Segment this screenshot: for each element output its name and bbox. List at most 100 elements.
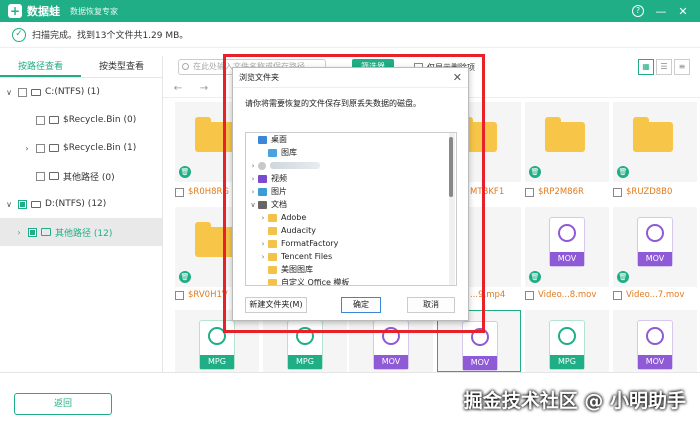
checkbox[interactable] [613, 290, 622, 300]
chevron-down-icon[interactable]: ∨ [4, 88, 14, 97]
file-name[interactable]: $RV0H1V [175, 288, 228, 302]
grid-view-icon[interactable]: ▦ [638, 59, 654, 75]
scrollbar-track[interactable] [449, 133, 455, 285]
file-name-label: $RUZD8B0 [626, 187, 673, 197]
tree-item-pictures[interactable]: › 图片 [246, 185, 456, 198]
file-name[interactable]: $RUZD8B0 [613, 185, 672, 199]
file-type-label: MPG [550, 355, 584, 369]
checkbox[interactable] [525, 290, 534, 300]
tree-item-gallery[interactable]: 图库 [246, 146, 456, 159]
scrollbar-thumb[interactable] [449, 137, 453, 197]
tree-item-label: 其他路径 (12) [55, 228, 113, 239]
list-view-icon[interactable]: ☰ [656, 59, 672, 75]
tree-item-videos[interactable]: › 视频 [246, 172, 456, 185]
checkbox[interactable] [613, 187, 622, 197]
tree-item-c-drive[interactable]: ∨ C:(NTFS) (1) [0, 78, 162, 106]
tree-item-user[interactable]: › [246, 159, 456, 172]
detail-view-icon[interactable]: ≡ [674, 59, 690, 75]
cancel-button[interactable]: 取消 [407, 297, 455, 313]
tree-item-office-templates[interactable]: 自定义 Office 模板 [246, 276, 456, 286]
chevron-right-icon[interactable]: › [258, 214, 268, 222]
deleted-badge-icon: 🗑 [179, 271, 191, 283]
tree-item-tencent-files[interactable]: › Tencent Files [246, 250, 456, 263]
file-name[interactable]: $RP2M86R [525, 185, 584, 199]
file-card[interactable]: 🗑 [613, 102, 697, 182]
file-card[interactable]: MOV 🗑 [525, 207, 609, 287]
folder-icon [49, 116, 59, 124]
file-card[interactable]: 🗑 [525, 102, 609, 182]
chevron-right-icon[interactable]: › [258, 253, 268, 261]
chevron-right-icon[interactable]: › [14, 228, 24, 237]
close-icon[interactable]: ✕ [672, 5, 694, 18]
file-name[interactable]: $R0H8RG [175, 185, 229, 199]
help-icon[interactable]: ? [632, 5, 644, 17]
tree-item-meitu-gallery[interactable]: 美图图库 [246, 263, 456, 276]
tree-item-desktop[interactable]: 桌面 [246, 133, 456, 146]
tree-item-label: 自定义 Office 模板 [281, 278, 350, 286]
film-icon [646, 327, 664, 345]
status-bar: ✓ 扫描完成。找到13个文件共1.29 MB。 [0, 22, 700, 48]
file-card[interactable]: MPG [525, 310, 609, 372]
checkbox[interactable] [36, 115, 45, 125]
tree-item-label: Audacity [281, 226, 317, 235]
forward-arrow-icon[interactable]: → [193, 83, 215, 94]
folder-icon [545, 117, 585, 152]
window-controls: ? — ✕ [632, 0, 694, 22]
chevron-right-icon[interactable]: › [258, 240, 268, 248]
tree-item-recycle-bin-0[interactable]: $Recycle.Bin (0) [0, 106, 162, 134]
checkbox[interactable] [525, 187, 534, 197]
file-type-label: MOV [638, 252, 672, 266]
tree-item-recycle-bin-1[interactable]: › $Recycle.Bin (1) [0, 134, 162, 162]
file-name-label: Video...8.mov [538, 290, 597, 300]
checkbox-partial[interactable] [28, 227, 37, 237]
file-card[interactable]: MOV [613, 310, 697, 372]
tree-item-other-path-c[interactable]: 其他路径 (0) [0, 162, 162, 190]
tree-item-documents[interactable]: ∨ 文档 [246, 198, 456, 211]
tree-item-adobe[interactable]: › Adobe [246, 211, 456, 224]
folder-tree[interactable]: 桌面 图库 › › 视频 › 图片 ∨ 文档 › Adobe Audacity › For… [245, 132, 457, 286]
checkbox[interactable] [36, 171, 45, 181]
close-icon[interactable]: ✕ [453, 68, 462, 88]
minimize-icon[interactable]: — [650, 5, 672, 18]
tree-item-d-drive[interactable]: ∨ D:(NTFS) (12) [0, 190, 162, 218]
tree-item-label: 文档 [271, 200, 287, 209]
tree-item-label: 视频 [271, 174, 287, 183]
tree-item-other-path-d[interactable]: › 其他路径 (12) [0, 218, 162, 246]
chevron-down-icon[interactable]: ∨ [4, 200, 14, 209]
tree-item-label: 图库 [281, 148, 297, 157]
tree-item-formatfactory[interactable]: › FormatFactory [246, 237, 456, 250]
chevron-right-icon[interactable]: › [248, 188, 258, 196]
checkbox[interactable] [175, 290, 184, 300]
tree-item-label: 图片 [271, 187, 287, 196]
tree-item-audacity[interactable]: Audacity [246, 224, 456, 237]
file-name[interactable]: Video...7.mov [613, 288, 684, 302]
back-arrow-icon[interactable]: ← [167, 83, 189, 94]
new-folder-button[interactable]: 新建文件夹(M) [245, 297, 307, 313]
video-icon [258, 174, 267, 183]
view-mode-controls: ▦ ☰ ≡ [636, 59, 690, 75]
checkbox[interactable] [36, 143, 45, 153]
film-icon [558, 327, 576, 345]
folder-icon [268, 252, 277, 261]
title-bar: + 数据蛙 数据恢复专家 ? — ✕ [0, 0, 700, 22]
ok-button[interactable]: 确定 [341, 297, 381, 313]
file-name-label: $RV0H1V [188, 290, 228, 300]
film-icon [646, 224, 664, 242]
checkbox[interactable] [18, 87, 27, 97]
checkbox-partial[interactable] [18, 199, 27, 209]
tab-by-type[interactable]: 按类型查看 [81, 56, 162, 77]
chevron-down-icon[interactable]: ∨ [248, 201, 258, 209]
chevron-right-icon[interactable]: › [22, 144, 32, 153]
file-card[interactable]: MOV 🗑 [613, 207, 697, 287]
deleted-badge-icon: 🗑 [529, 271, 541, 283]
chevron-right-icon[interactable]: › [248, 162, 258, 170]
back-button[interactable]: 返回 [14, 393, 112, 415]
chevron-right-icon[interactable]: › [248, 175, 258, 183]
tab-by-path[interactable]: 按路径查看 [0, 56, 81, 77]
left-panel: 按路径查看 按类型查看 ∨ C:(NTFS) (1) $Recycle.Bin … [0, 56, 163, 372]
mov-file-icon: MOV [637, 217, 673, 267]
checkbox[interactable] [175, 187, 184, 197]
tree-item-label: C:(NTFS) (1) [45, 87, 100, 97]
tree-item-label: $Recycle.Bin (1) [63, 143, 137, 153]
file-name[interactable]: Video...8.mov [525, 288, 596, 302]
